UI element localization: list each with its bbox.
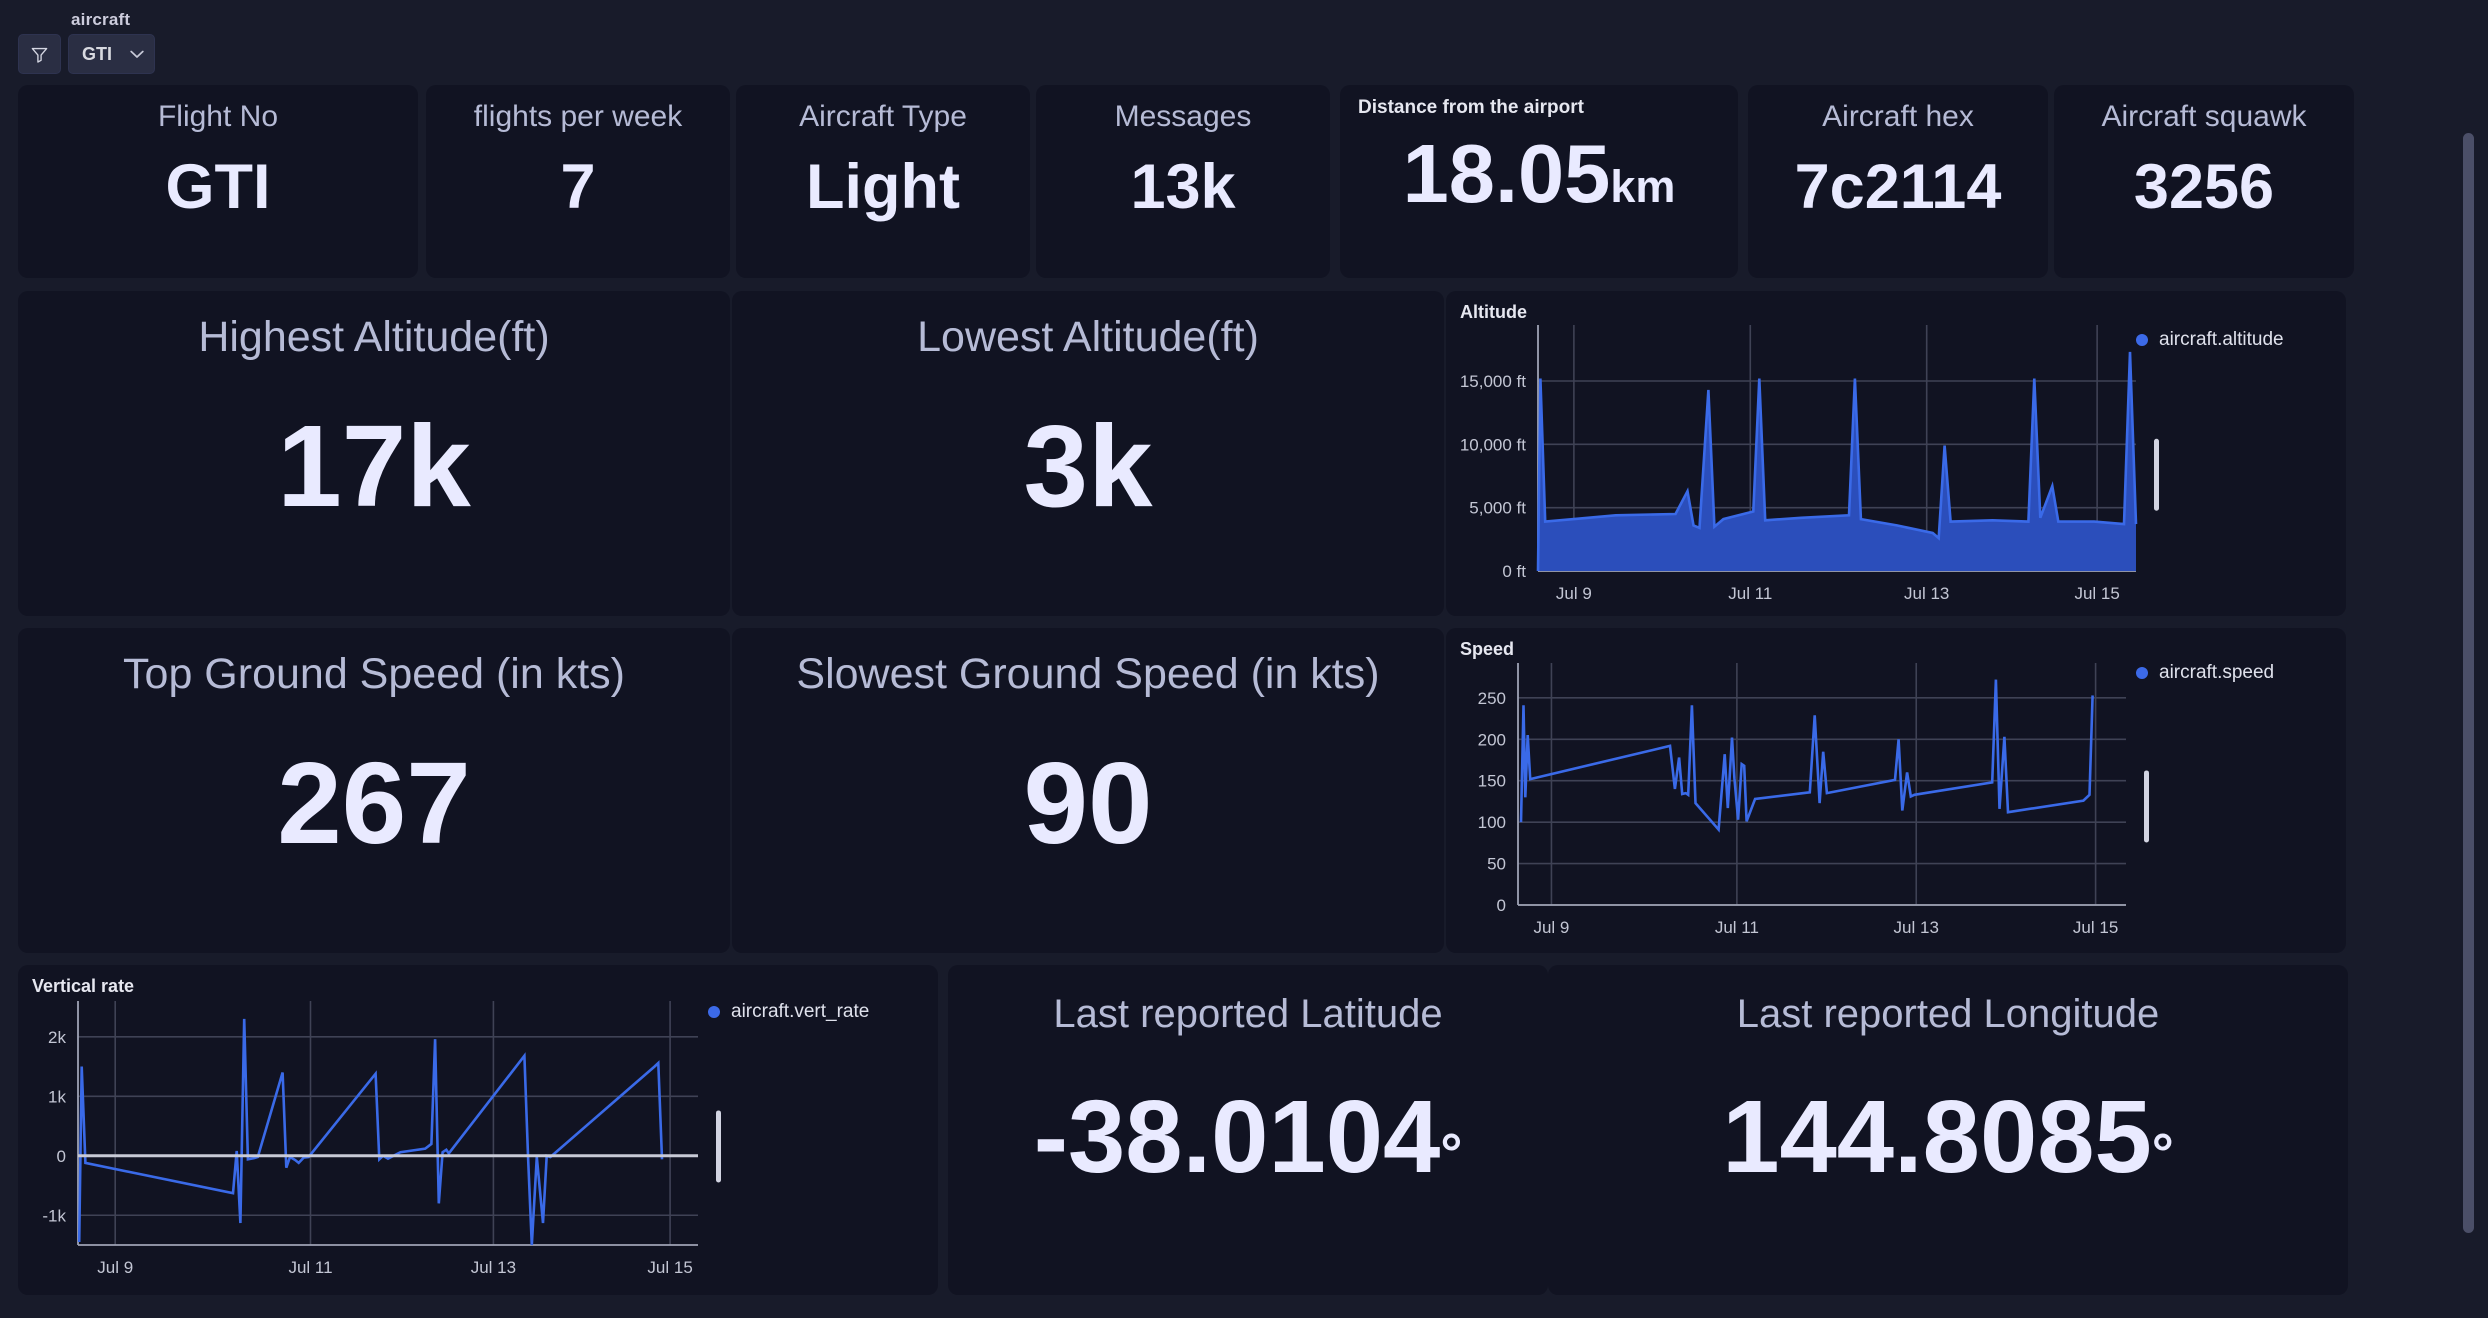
panel-title: Flight No — [157, 100, 279, 133]
variable-controls: GTI — [18, 34, 155, 74]
x-axis-tick-label: Jul 15 — [2074, 584, 2119, 603]
stat-value-row: 18.05 km — [1340, 132, 1738, 215]
timeseries-panel-altitude[interactable]: Altitude aircraft.altitude 0 ft 5,000 ft 1… — [1446, 291, 2346, 616]
stat-value: 144.8085 — [1722, 1079, 2152, 1194]
stat-value: -38.0104 — [1033, 1079, 1441, 1194]
stat-panel-last-reported-latitude[interactable]: Last reported Latitude -38.0104 ° — [948, 965, 1548, 1295]
stat-value-row: 144.8085 ° — [1722, 1085, 2174, 1188]
x-axis-tick-label: Jul 15 — [647, 1258, 692, 1277]
stat-panel-lowest-altitude[interactable]: Lowest Altitude(ft) 3k — [732, 291, 1444, 616]
y-axis-tick-label: -1k — [42, 1206, 66, 1225]
page-scrollbar-thumb[interactable] — [2463, 133, 2474, 1233]
y-axis-tick-label: 0 — [1497, 896, 1506, 915]
series-area-aircraft.altitude — [1538, 351, 2136, 571]
x-axis-tick-label: Jul 9 — [97, 1258, 133, 1277]
y-axis-tick-label: 100 — [1478, 813, 1506, 832]
panel-title: Slowest Ground Speed (in kts) — [796, 650, 1380, 698]
panel-title: flights per week — [473, 100, 683, 133]
stat-value: 7c2114 — [1794, 151, 2002, 222]
stat-unit: ° — [1440, 1122, 1463, 1184]
timeseries-panel-speed[interactable]: Speed aircraft.speed 0 50 100 150 200 250 Jul … — [1446, 628, 2346, 953]
stat-panel-slowest-ground-speed[interactable]: Slowest Ground Speed (in kts) 90 — [732, 628, 1444, 953]
panel-title: Aircraft squawk — [2101, 100, 2307, 133]
panel-title: Top Ground Speed (in kts) — [123, 650, 625, 698]
x-axis-tick-label: Jul 13 — [1894, 918, 1939, 937]
stat-unit: km — [1610, 161, 1676, 212]
stat-panel-top-ground-speed[interactable]: Top Ground Speed (in kts) 267 — [18, 628, 730, 953]
stat-value: 13k — [1130, 151, 1236, 222]
stat-panel-aircraft-type[interactable]: Aircraft Type Light — [736, 85, 1030, 278]
series-line-aircraft.speed — [1519, 679, 2094, 833]
stat-panel-distance-from-airport[interactable]: Distance from the airport 18.05 km — [1340, 85, 1738, 278]
chart-zoom-handle[interactable] — [2144, 770, 2149, 843]
template-variable-bar: aircraft GTI — [18, 10, 155, 74]
y-axis-tick-label: 250 — [1478, 689, 1506, 708]
stat-panel-flight-no[interactable]: Flight No GTI — [18, 85, 418, 278]
variable-label: aircraft — [71, 10, 131, 29]
x-axis-tick-label: Jul 11 — [1728, 584, 1772, 603]
panel-title: Highest Altitude(ft) — [198, 313, 550, 361]
stat-value: 17k — [277, 401, 471, 532]
x-axis-tick-label: Jul 13 — [471, 1258, 516, 1277]
stat-value: 7 — [560, 151, 596, 222]
panel-title: Aircraft hex — [1822, 100, 1974, 133]
aircraft-variable-select[interactable]: GTI — [68, 34, 155, 74]
chart-plot-speed: 0 50 100 150 200 250 Jul 9 Jul 11 Jul 13 Jul 15 — [1478, 663, 2149, 937]
panel-title: Last reported Longitude — [1736, 992, 2160, 1036]
y-axis-tick-label: 0 ft — [1502, 562, 1526, 581]
panel-title: Messages — [1114, 100, 1252, 133]
panel-title: Last reported Latitude — [1053, 992, 1443, 1036]
stat-panel-messages[interactable]: Messages 13k — [1036, 85, 1330, 278]
stat-value: 3k — [1023, 401, 1153, 532]
filter-icon-button[interactable] — [18, 34, 61, 74]
y-axis-tick-label: 0 — [57, 1147, 66, 1166]
x-axis-tick-label: Jul 11 — [1715, 918, 1759, 937]
aircraft-variable-value: GTI — [82, 43, 112, 64]
stat-value-row: -38.0104 ° — [1034, 1085, 1463, 1188]
series-line-aircraft.vert_rate — [77, 1018, 664, 1246]
chevron-down-icon — [130, 50, 144, 58]
y-axis-tick-label: 10,000 ft — [1460, 435, 1526, 454]
aircraft-dashboard: aircraft GTI Flight No GTI flights per w… — [0, 0, 2488, 1318]
x-axis-tick-label: Jul 9 — [1556, 584, 1592, 603]
chart-plot-vert_rate: -1k 0 1k 2k Jul 9 Jul 11 Jul 13 Jul 15 — [42, 1001, 721, 1277]
panel-title: Lowest Altitude(ft) — [917, 313, 1259, 361]
chart-zoom-handle[interactable] — [716, 1110, 721, 1183]
stat-value: 18.05 — [1402, 127, 1611, 220]
stat-panel-aircraft-squawk[interactable]: Aircraft squawk 3256 — [2054, 85, 2354, 278]
x-axis-tick-label: Jul 15 — [2073, 918, 2118, 937]
stat-value: 90 — [1023, 738, 1153, 869]
panel-title: Distance from the airport — [1358, 97, 1584, 118]
x-axis-tick-label: Jul 11 — [288, 1258, 332, 1277]
stat-panel-last-reported-longitude[interactable]: Last reported Longitude 144.8085 ° — [1548, 965, 2348, 1295]
y-axis-tick-label: 50 — [1487, 855, 1506, 874]
filter-icon — [31, 47, 48, 63]
stat-panel-highest-altitude[interactable]: Highest Altitude(ft) 17k — [18, 291, 730, 616]
stat-value: GTI — [165, 151, 271, 222]
y-axis-tick-label: 150 — [1478, 772, 1506, 791]
stat-panel-aircraft-hex[interactable]: Aircraft hex 7c2114 — [1748, 85, 2048, 278]
stat-unit: ° — [2151, 1122, 2174, 1184]
y-axis-tick-label: 5,000 ft — [1469, 499, 1526, 518]
stat-panel-flights-per-week[interactable]: flights per week 7 — [426, 85, 730, 278]
x-axis-tick-label: Jul 9 — [1533, 918, 1569, 937]
panel-title: Aircraft Type — [799, 100, 967, 133]
y-axis-tick-label: 1k — [48, 1087, 66, 1106]
page-scrollbar-track[interactable] — [2463, 0, 2482, 1318]
chart-plot-altitude: 0 ft 5,000 ft 10,000 ft 15,000 ft Jul 9 Jul 1… — [1460, 325, 2159, 603]
stat-value: 3256 — [2133, 151, 2275, 222]
y-axis-tick-label: 200 — [1478, 730, 1506, 749]
stat-value: 267 — [277, 738, 471, 869]
chart-zoom-handle[interactable] — [2154, 438, 2159, 511]
y-axis-tick-label: 15,000 ft — [1460, 372, 1526, 391]
stat-value: Light — [806, 151, 960, 222]
x-axis-tick-label: Jul 13 — [1904, 584, 1949, 603]
y-axis-tick-label: 2k — [48, 1028, 66, 1047]
timeseries-panel-vertical-rate[interactable]: Vertical rate aircraft.vert_rate -1k 0 1k 2… — [18, 965, 938, 1295]
